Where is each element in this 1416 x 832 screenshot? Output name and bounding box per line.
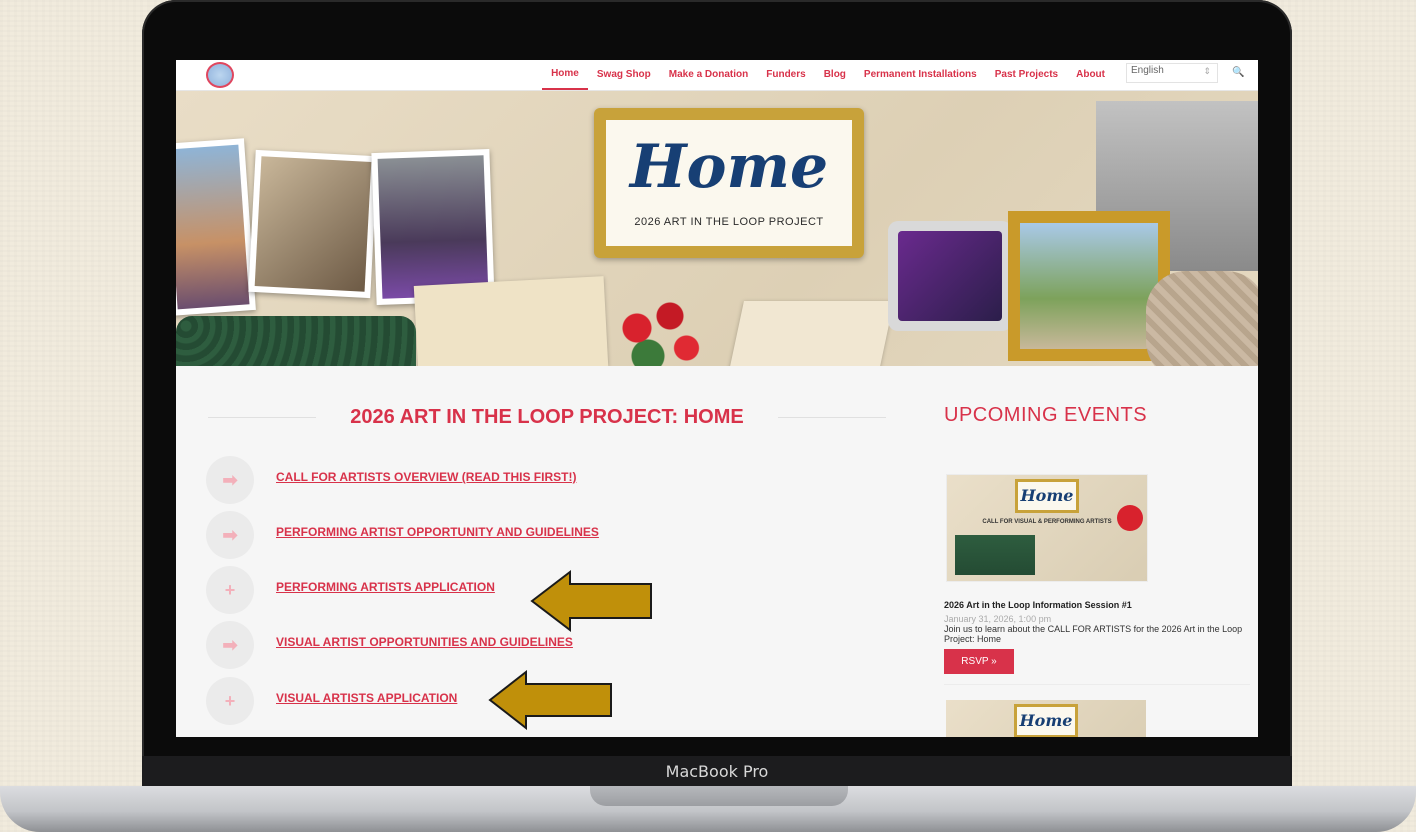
handwritten-letter xyxy=(413,276,609,366)
site-header: Home Swag Shop Make a Donation Funders B… xyxy=(176,60,1258,91)
laptop-bezel-bottom: MacBook Pro xyxy=(142,756,1292,788)
event-card-sign: Home xyxy=(1015,479,1079,513)
plus-icon: + xyxy=(206,677,254,725)
knit-blanket xyxy=(1146,271,1258,366)
annotation-arrow-visual xyxy=(488,670,612,730)
home-sign: Home 2026 ART IN THE LOOP PROJECT xyxy=(594,108,864,258)
search-icon[interactable]: 🔍 xyxy=(1232,67,1244,78)
annotation-arrow-performing xyxy=(530,570,652,632)
nav-blog[interactable]: Blog xyxy=(815,60,855,90)
link-visual-artists-application[interactable]: VISUAL ARTISTS APPLICATION xyxy=(276,691,457,705)
arrow-right-icon: ➡ xyxy=(206,621,254,669)
nav-funders[interactable]: Funders xyxy=(757,60,814,90)
select-caret-icon: ⇕ xyxy=(1203,66,1211,76)
site-logo[interactable] xyxy=(206,62,234,88)
event-name[interactable]: 2026 Art in the Loop Information Session… xyxy=(944,600,1132,610)
rsvp-button[interactable]: RSVP » xyxy=(944,649,1014,674)
list-item: + PERFORMING ARTISTS APPLICATION xyxy=(206,566,806,614)
list-item: ➡ PERFORMING ARTIST OPPORTUNITY AND GUID… xyxy=(206,511,806,559)
language-value: English xyxy=(1131,65,1164,76)
open-book xyxy=(728,301,894,366)
vintage-tv xyxy=(888,221,1012,331)
link-call-for-artists-overview[interactable]: CALL FOR ARTISTS OVERVIEW (READ THIS FIR… xyxy=(276,470,576,484)
device-label: MacBook Pro xyxy=(665,762,769,781)
nav-permanent-installations[interactable]: Permanent Installations xyxy=(855,60,986,90)
event-card-title: Home xyxy=(1018,482,1076,510)
main-nav: Home Swag Shop Make a Donation Funders B… xyxy=(542,60,1114,90)
link-performing-artists-application[interactable]: PERFORMING ARTISTS APPLICATION xyxy=(276,580,495,594)
hero-subtitle: 2026 ART IN THE LOOP PROJECT xyxy=(634,216,824,228)
event-card-sign-2: Home xyxy=(1014,704,1078,737)
page-heading: 2026 ART IN THE LOOP PROJECT: HOME xyxy=(208,405,886,429)
laptop-notch xyxy=(590,786,848,806)
nav-about[interactable]: About xyxy=(1067,60,1114,90)
nav-past-projects[interactable]: Past Projects xyxy=(986,60,1067,90)
event-card-flowers xyxy=(1117,505,1143,531)
polaroid-city xyxy=(176,138,256,316)
hero-title: Home xyxy=(629,132,829,202)
link-performing-artist-guidelines[interactable]: PERFORMING ARTIST OPPORTUNITY AND GUIDEL… xyxy=(276,525,599,539)
event-card-photo xyxy=(955,535,1035,575)
event-card-image[interactable]: Home CALL FOR VISUAL & PERFORMING ARTIST… xyxy=(946,474,1148,582)
list-item: ➡ VISUAL ARTIST OPPORTUNITIES AND GUIDEL… xyxy=(206,621,806,669)
red-flowers xyxy=(604,296,714,366)
event-date: January 31, 2026, 1:00 pm xyxy=(944,614,1052,624)
event-card-image-2[interactable]: Home xyxy=(946,700,1146,737)
browser-screen: Home Swag Shop Make a Donation Funders B… xyxy=(176,60,1258,737)
arrow-right-icon: ➡ xyxy=(206,456,254,504)
event-card-title-2: Home xyxy=(1017,707,1075,735)
list-item: ➡ CALL FOR ARTISTS OVERVIEW (READ THIS F… xyxy=(206,456,806,504)
hero-banner: Home 2026 ART IN THE LOOP PROJECT xyxy=(176,91,1258,366)
nav-home[interactable]: Home xyxy=(542,60,588,90)
plus-icon: + xyxy=(206,566,254,614)
arrow-right-icon: ➡ xyxy=(206,511,254,559)
nav-swag-shop[interactable]: Swag Shop xyxy=(588,60,660,90)
language-select[interactable]: English ⇕ xyxy=(1126,63,1218,83)
link-visual-artist-guidelines[interactable]: VISUAL ARTIST OPPORTUNITIES AND GUIDELIN… xyxy=(276,635,573,649)
event-description: Join us to learn about the CALL FOR ARTI… xyxy=(944,624,1243,644)
upcoming-events-title: UPCOMING EVENTS xyxy=(944,404,1148,426)
page-title: 2026 ART IN THE LOOP PROJECT: HOME xyxy=(350,406,744,428)
nav-make-a-donation[interactable]: Make a Donation xyxy=(660,60,757,90)
green-sofa xyxy=(176,316,416,366)
event-divider xyxy=(944,684,1250,685)
polaroid-people xyxy=(371,148,495,306)
polaroid-family xyxy=(248,149,378,299)
